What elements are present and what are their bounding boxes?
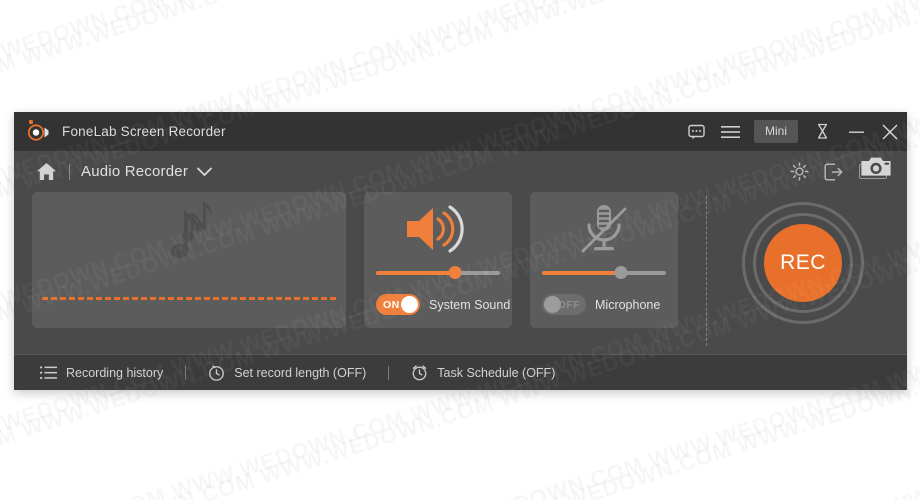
slider-thumb[interactable] — [614, 266, 628, 279]
watermark-text: WWW.WEDOWN.COM WWW.WEDOWN.COM WWW.WEDOWN… — [0, 0, 920, 87]
page-root: WWW.WEDOWN.COM WWW.WEDOWN.COM WWW.WEDOWN… — [0, 0, 920, 500]
close-icon[interactable] — [873, 112, 907, 151]
system-sound-label: System Sound — [429, 297, 511, 312]
chevron-down-icon[interactable] — [197, 167, 212, 177]
watermark-text: WWW.WEDOWN.COM WWW.WEDOWN.COM WWW.WEDOWN… — [0, 0, 920, 25]
set-record-length-button[interactable]: Set record length (OFF) — [208, 364, 366, 381]
bottombar-divider — [185, 365, 187, 380]
recording-history-button[interactable]: Recording history — [40, 366, 163, 380]
microphone-panel: OFF Microphone — [530, 192, 678, 328]
bottombar-divider — [388, 365, 390, 380]
system-sound-controls: ON System Sound — [376, 294, 512, 315]
system-sound-volume-slider[interactable] — [376, 266, 500, 280]
toolbar: Audio Recorder — [14, 151, 907, 192]
music-notes-icon — [140, 198, 240, 290]
home-icon[interactable] — [36, 162, 57, 181]
audio-preview-panel — [32, 192, 346, 328]
record-button[interactable]: REC — [764, 224, 842, 302]
microphone-toggle[interactable]: OFF — [542, 294, 586, 315]
main-content: ON System Sound OFF Microphone REC — [14, 192, 907, 354]
watermark-text: WWW.WEDOWN.COM WWW.WEDOWN.COM WWW.WEDOWN… — [0, 0, 920, 25]
gear-icon[interactable] — [790, 162, 809, 181]
export-icon[interactable] — [824, 162, 844, 181]
system-sound-panel: ON System Sound — [364, 192, 512, 328]
microphone-muted-icon[interactable] — [530, 192, 678, 266]
app-window: FoneLab Screen Recorder Mini Audio Recor… — [14, 112, 907, 390]
slider-thumb[interactable] — [448, 266, 462, 279]
task-schedule-button[interactable]: Task Schedule (OFF) — [411, 364, 555, 381]
mode-label: Audio Recorder — [81, 163, 189, 180]
list-icon — [40, 365, 57, 379]
record-divider — [706, 196, 707, 346]
recorder-logo-icon — [26, 119, 56, 145]
pin-icon[interactable] — [805, 112, 839, 151]
audio-baseline — [42, 297, 336, 300]
task-schedule-label: Task Schedule (OFF) — [437, 365, 556, 380]
record-button-area: REC — [742, 202, 864, 324]
title-bar: FoneLab Screen Recorder Mini — [14, 112, 907, 151]
logo-accent-dot — [29, 119, 33, 124]
slider-fill — [376, 271, 456, 275]
microphone-label: Microphone — [595, 297, 661, 312]
logo-glyph-icon — [27, 123, 49, 141]
slider-fill — [542, 271, 622, 275]
camera-icon[interactable] — [861, 154, 891, 180]
toggle-knob — [401, 296, 418, 313]
toggle-state-text: ON — [383, 298, 400, 311]
recording-history-label: Recording history — [66, 365, 164, 380]
minimize-icon[interactable] — [839, 112, 873, 151]
set-record-length-label: Set record length (OFF) — [234, 365, 367, 380]
speaker-on-icon[interactable] — [364, 192, 512, 266]
clock-icon — [209, 365, 225, 381]
toolbar-divider — [69, 163, 70, 180]
microphone-volume-slider[interactable] — [542, 266, 666, 280]
bottom-bar: Recording history Set record length (OFF… — [14, 354, 907, 390]
watermark-text: WWW.WEDOWN.COM WWW.WEDOWN.COM WWW.WEDOWN… — [0, 0, 920, 87]
toggle-state-text: OFF — [557, 298, 580, 311]
toggle-knob — [544, 296, 561, 313]
window-title: FoneLab Screen Recorder — [62, 124, 226, 139]
system-sound-toggle[interactable]: ON — [376, 294, 420, 315]
record-button-label: REC — [780, 251, 826, 274]
alarm-icon — [412, 365, 427, 381]
speech-bubble-icon[interactable] — [680, 112, 714, 151]
hamburger-menu-icon[interactable] — [714, 112, 748, 151]
titlebar-controls: Mini — [680, 112, 907, 151]
microphone-controls: OFF Microphone — [542, 294, 678, 315]
mini-button[interactable]: Mini — [753, 120, 798, 143]
